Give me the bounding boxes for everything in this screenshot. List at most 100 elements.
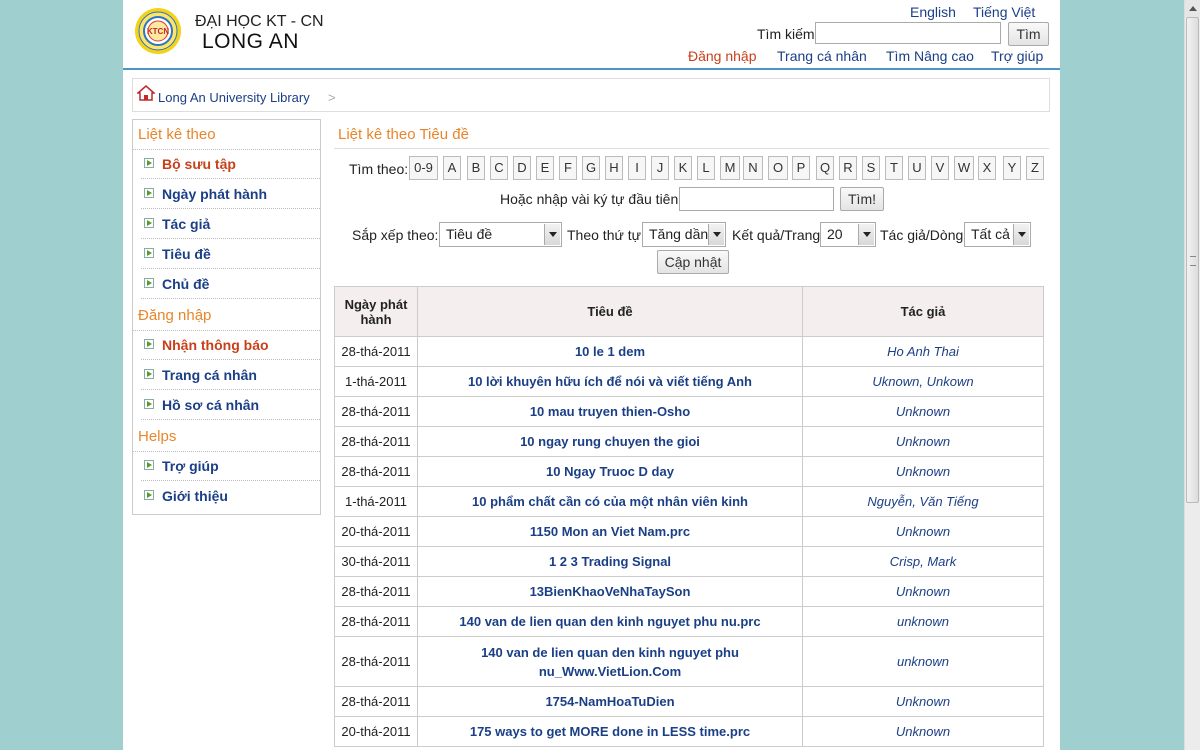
page-scrollbar[interactable] bbox=[1184, 0, 1200, 750]
row-author-link[interactable]: Unknown bbox=[802, 516, 1044, 547]
letter-jump-c[interactable]: C bbox=[490, 156, 508, 180]
advanced-search-link[interactable]: Tìm Nâng cao bbox=[886, 48, 974, 64]
sidebar-item-label: Tiêu đề bbox=[162, 246, 211, 262]
search-button[interactable]: Tìm bbox=[1008, 22, 1049, 46]
row-title-link[interactable]: 10 le 1 dem bbox=[417, 336, 803, 367]
letter-jump-o[interactable]: O bbox=[768, 156, 788, 180]
letter-jump-g[interactable]: G bbox=[582, 156, 600, 180]
row-title-link[interactable]: 140 van de lien quan den kinh nguyet phu… bbox=[417, 606, 803, 637]
help-link[interactable]: Trợ giúp bbox=[991, 48, 1043, 64]
sidebar-item-label: Bộ sưu tập bbox=[162, 156, 236, 172]
lang-english-link[interactable]: English bbox=[910, 4, 956, 20]
row-title-link[interactable]: 1754-NamHoaTuDien bbox=[417, 686, 803, 717]
letter-jump-r[interactable]: R bbox=[839, 156, 857, 180]
sidebar-item-help[interactable]: Trợ giúp bbox=[141, 452, 320, 481]
letter-jump-p[interactable]: P bbox=[792, 156, 810, 180]
row-title-line-2[interactable]: nu_Www.VietLion.Com bbox=[418, 662, 802, 681]
scrollbar-thumb[interactable] bbox=[1186, 17, 1199, 503]
row-author-link[interactable]: Nguyễn, Văn Tiếng bbox=[802, 486, 1044, 517]
letter-jump-t[interactable]: T bbox=[885, 156, 903, 180]
letter-jump-a[interactable]: A bbox=[443, 156, 461, 180]
letter-jump-u[interactable]: U bbox=[908, 156, 926, 180]
row-author-link[interactable]: Unknown bbox=[802, 716, 1044, 747]
row-title-line-1[interactable]: 140 van de lien quan den kinh nguyet phu bbox=[418, 643, 802, 662]
table-row: 1-thá-2011 10 lời khuyên hữu ích để nói v… bbox=[334, 366, 1044, 397]
letter-jump-h[interactable]: H bbox=[605, 156, 623, 180]
letter-jump-b[interactable]: B bbox=[467, 156, 485, 180]
search-input[interactable] bbox=[815, 22, 1001, 44]
results-per-page-value: 20 bbox=[827, 226, 843, 242]
row-title-link[interactable]: 10 phẩm chất cần có của một nhân viên ki… bbox=[417, 486, 803, 517]
university-logo[interactable]: KTCN bbox=[134, 7, 182, 55]
letter-jump-j[interactable]: J bbox=[651, 156, 669, 180]
row-author-link[interactable]: Ho Anh Thai bbox=[802, 336, 1044, 367]
letter-jump-q[interactable]: Q bbox=[816, 156, 834, 180]
letter-jump-z[interactable]: Z bbox=[1026, 156, 1044, 180]
table-row: 28-thá-2011 10 Ngay Truoc D day Unknown bbox=[334, 456, 1044, 487]
letter-jump-0-9[interactable]: 0-9 bbox=[409, 156, 438, 180]
row-author-link[interactable]: unknown bbox=[802, 606, 1044, 637]
lang-vietnamese-link[interactable]: Tiếng Việt bbox=[973, 4, 1035, 20]
row-author-link[interactable]: Uknown, Unkown bbox=[802, 366, 1044, 397]
row-title-link[interactable]: 1 2 3 Trading Signal bbox=[417, 546, 803, 577]
breadcrumb-home-link[interactable]: Long An University Library bbox=[158, 90, 310, 105]
sidebar-item-title[interactable]: Tiêu đề bbox=[141, 240, 320, 269]
sort-by-select[interactable]: Tiêu đề bbox=[439, 222, 562, 247]
letter-jump-v[interactable]: V bbox=[931, 156, 949, 180]
order-select[interactable]: Tăng dần bbox=[642, 222, 726, 247]
row-title-link[interactable]: 10 lời khuyên hữu ích để nói và viết tiế… bbox=[417, 366, 803, 397]
row-title-link[interactable]: 1150 Mon an Viet Nam.prc bbox=[417, 516, 803, 547]
search-label: Tìm kiếm bbox=[757, 26, 815, 42]
column-header-author[interactable]: Tác giả bbox=[802, 286, 1044, 337]
row-title-link[interactable]: 13BienKhaoVeNhaTaySon bbox=[417, 576, 803, 607]
letter-jump-f[interactable]: F bbox=[559, 156, 577, 180]
row-title-link[interactable]: 10 ngay rung chuyen the gioi bbox=[417, 426, 803, 457]
table-row: 28-thá-2011 140 van de lien quan den kinh… bbox=[334, 606, 1044, 637]
row-title-link[interactable]: 10 mau truyen thien-Osho bbox=[417, 396, 803, 427]
login-link[interactable]: Đăng nhập bbox=[688, 48, 757, 64]
sidebar-item-author[interactable]: Tác giả bbox=[141, 210, 320, 239]
row-author-link[interactable]: Unknown bbox=[802, 396, 1044, 427]
sidebar-item-subscriptions[interactable]: Nhận thông báo bbox=[141, 331, 320, 360]
letter-jump-y[interactable]: Y bbox=[1003, 156, 1021, 180]
letter-jump-d[interactable]: D bbox=[513, 156, 531, 180]
scroll-up-icon[interactable] bbox=[1185, 0, 1200, 17]
sidebar-item-issue-date[interactable]: Ngày phát hành bbox=[141, 180, 320, 209]
authors-per-row-select[interactable]: Tất cả bbox=[964, 222, 1031, 247]
column-header-date[interactable]: Ngày phát hành bbox=[334, 286, 418, 337]
first-chars-input[interactable] bbox=[679, 187, 834, 211]
sidebar-item-my-page[interactable]: Trang cá nhân bbox=[141, 361, 320, 390]
row-title-link[interactable]: 10 Ngay Truoc D day bbox=[417, 456, 803, 487]
profile-link[interactable]: Trang cá nhân bbox=[777, 48, 867, 64]
row-author-link[interactable]: Unknown bbox=[802, 456, 1044, 487]
row-title-link[interactable]: 140 van de lien quan den kinh nguyet phu… bbox=[417, 636, 803, 687]
row-author-link[interactable]: unknown bbox=[802, 636, 1044, 687]
authors-per-row-label: Tác giả/Dòng bbox=[880, 227, 964, 243]
find-button[interactable]: Tìm! bbox=[840, 187, 884, 211]
row-author-link[interactable]: Crisp, Mark bbox=[802, 546, 1044, 577]
letter-jump-m[interactable]: M bbox=[720, 156, 740, 180]
row-title-link[interactable]: 175 ways to get MORE done in LESS time.p… bbox=[417, 716, 803, 747]
letter-jump-s[interactable]: S bbox=[862, 156, 880, 180]
letter-jump-l[interactable]: L bbox=[697, 156, 715, 180]
letter-jump-k[interactable]: K bbox=[674, 156, 692, 180]
column-header-title[interactable]: Tiêu đề bbox=[417, 286, 803, 337]
row-author-link[interactable]: Unknown bbox=[802, 686, 1044, 717]
sidebar-item-subject[interactable]: Chủ đề bbox=[141, 270, 320, 299]
sidebar-item-about[interactable]: Giới thiệu bbox=[141, 482, 320, 511]
letter-jump-e[interactable]: E bbox=[536, 156, 554, 180]
letter-jump-x[interactable]: X bbox=[978, 156, 996, 180]
letter-jump-w[interactable]: W bbox=[954, 156, 974, 180]
arrow-icon bbox=[144, 188, 154, 198]
results-per-page-select[interactable]: 20 bbox=[820, 222, 876, 247]
sidebar-item-collections[interactable]: Bộ sưu tập bbox=[141, 150, 320, 179]
row-author-link[interactable]: Unknown bbox=[802, 576, 1044, 607]
letter-jump-i[interactable]: I bbox=[628, 156, 646, 180]
update-button[interactable]: Cập nhật bbox=[657, 250, 729, 274]
sidebar-item-profile[interactable]: Hồ sơ cá nhân bbox=[141, 391, 320, 420]
letter-jump-n[interactable]: N bbox=[743, 156, 763, 180]
title-divider bbox=[334, 148, 1049, 149]
row-author-link[interactable]: Unknown bbox=[802, 426, 1044, 457]
sidebar-heading-browse: Liệt kê theo bbox=[138, 126, 216, 143]
home-icon[interactable] bbox=[137, 85, 155, 101]
